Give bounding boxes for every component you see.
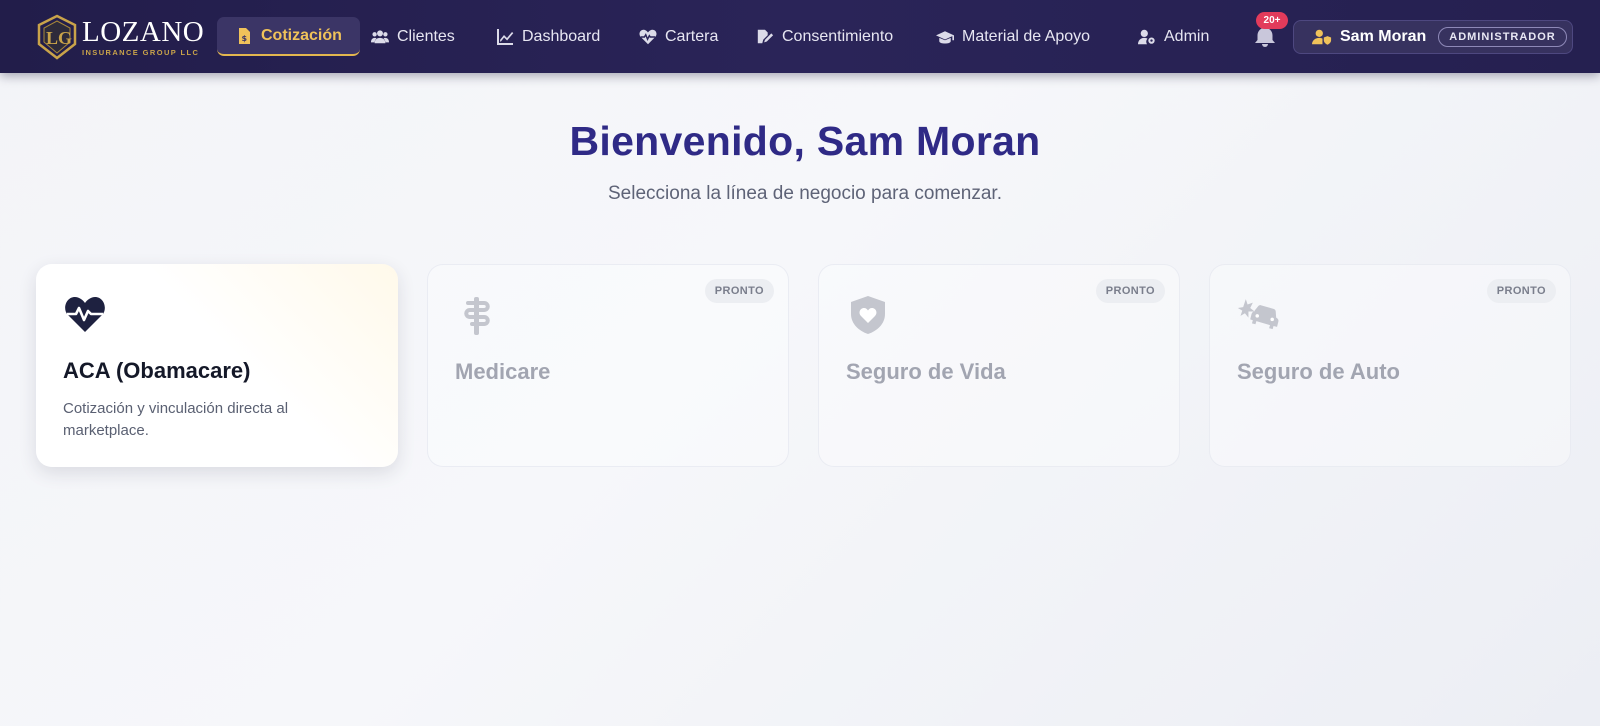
page-subtitle: Selecciona la línea de negocio para come… <box>608 183 1002 204</box>
page-title: Bienvenido, Sam Moran <box>569 118 1041 164</box>
line-card-aca[interactable]: ACA (Obamacare) Cotización y vinculación… <box>36 264 398 467</box>
card-title: Seguro de Auto <box>1237 359 1400 384</box>
brand-subtitle: INSURANCE GROUP LLC <box>82 47 200 57</box>
nav-item-admin[interactable]: Admin <box>1138 17 1209 56</box>
card-title: Medicare <box>455 359 551 384</box>
nav-item-dashboard[interactable]: Dashboard <box>496 17 600 56</box>
brand-name: LOZANO <box>82 15 205 48</box>
shield-heart-icon <box>846 293 890 337</box>
svg-text:$: $ <box>242 34 248 43</box>
coming-soon-badge: PRONTO <box>704 279 774 303</box>
shield-logo-icon: LG <box>37 14 77 60</box>
user-gear-icon <box>1138 29 1155 44</box>
nav-item-cartera[interactable]: Cartera <box>639 17 718 56</box>
brand-logo[interactable]: LG LOZANO INSURANCE GROUP LLC <box>36 14 204 60</box>
svg-text:LG: LG <box>46 28 72 48</box>
user-name: Sam Moran <box>1340 28 1427 45</box>
car-burst-icon <box>1237 293 1281 337</box>
nav-item-label: Cotización <box>261 26 342 44</box>
coming-soon-badge: PRONTO <box>1095 279 1165 303</box>
user-role-badge: ADMINISTRADOR <box>1438 27 1567 47</box>
heart-pulse-icon <box>63 292 107 336</box>
users-icon <box>371 29 389 43</box>
line-card-seguro-de-auto: PRONTO Seguro de Auto <box>1209 264 1571 467</box>
line-card-seguro-de-vida: PRONTO Seguro de Vida <box>818 264 1180 467</box>
heart-pulse-icon <box>639 29 657 44</box>
card-title: Seguro de Vida <box>846 359 1006 384</box>
nav-item-material-de-apoyo[interactable]: Material de Apoyo <box>936 17 1090 56</box>
staff-snake-icon <box>455 293 499 337</box>
nav-item-clientes[interactable]: Clientes <box>371 17 455 56</box>
user-shield-icon <box>1312 29 1332 45</box>
card-title: ACA (Obamacare) <box>63 358 251 383</box>
nav-item-label: Clientes <box>397 27 455 45</box>
chart-line-icon <box>497 28 514 45</box>
nav-item-label: Material de Apoyo <box>962 27 1091 45</box>
coming-soon-badge: PRONTO <box>1486 279 1556 303</box>
file-signature-icon <box>757 29 774 43</box>
line-card-medicare: PRONTO Medicare <box>427 264 789 467</box>
nav-item-label: Consentimiento <box>782 27 894 45</box>
user-menu-button[interactable]: Sam Moran ADMINISTRADOR <box>1293 20 1573 54</box>
file-invoice-dollar-icon: $ <box>239 27 250 44</box>
nav-item-label: Admin <box>1164 27 1210 45</box>
nav-item-label: Cartera <box>665 27 719 45</box>
top-navbar: LG LOZANO INSURANCE GROUP LLC $ Cotizaci… <box>0 0 1600 73</box>
graduation-cap-icon <box>936 30 954 44</box>
nav-item-cotizacion[interactable]: $ Cotización <box>217 17 360 56</box>
card-description: Cotización y vinculación directa al mark… <box>63 400 289 439</box>
nav-item-consentimiento[interactable]: Consentimiento <box>756 17 893 56</box>
nav-item-label: Dashboard <box>522 27 601 45</box>
notification-count-badge: 20+ <box>1256 12 1288 29</box>
